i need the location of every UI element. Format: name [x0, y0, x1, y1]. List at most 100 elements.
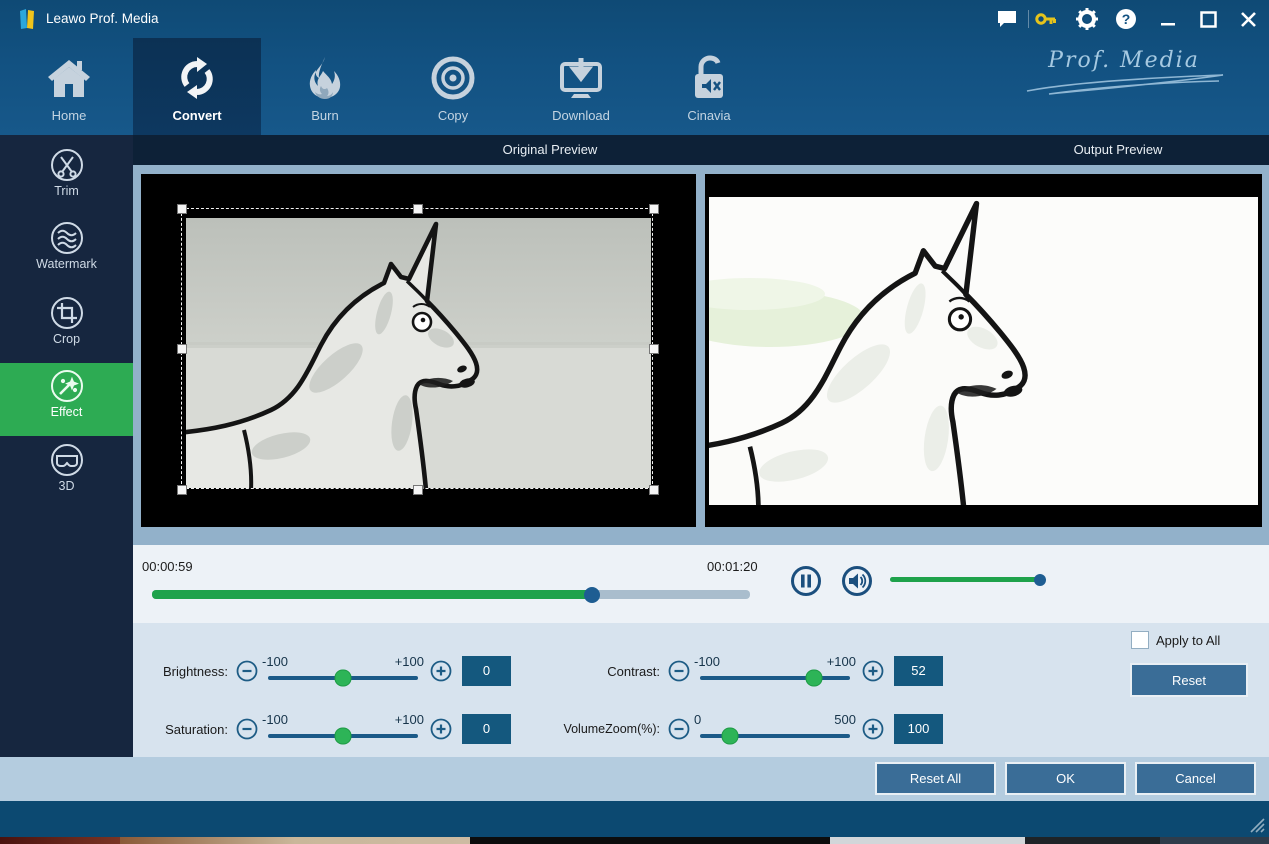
sidebar-item-3d[interactable]: 3D	[0, 443, 133, 516]
preview-header: Original Preview Output Preview	[133, 135, 1269, 165]
brightness-slider[interactable]	[268, 676, 418, 680]
watermark-waves-icon	[50, 221, 84, 255]
volume-slider-fill	[890, 577, 1040, 582]
contrast-max-label: +100	[827, 654, 856, 669]
leawo-logo-icon	[17, 8, 39, 30]
original-preview-title: Original Preview	[355, 142, 745, 157]
seek-bar-thumb[interactable]	[584, 587, 600, 603]
tab-copy[interactable]: Copy	[389, 38, 517, 135]
brand-swoosh	[1019, 73, 1229, 95]
volume-zoom-decrease-button[interactable]	[668, 718, 690, 740]
saturation-slider[interactable]	[268, 734, 418, 738]
crop-handle-mid-right[interactable]	[649, 344, 659, 354]
tab-download[interactable]: Download	[517, 38, 645, 135]
tab-cinavia[interactable]: Cinavia	[645, 38, 773, 135]
volume-slider[interactable]	[890, 577, 1040, 582]
tab-copy-label: Copy	[438, 108, 468, 123]
crop-handle-bottom-left[interactable]	[177, 485, 187, 495]
sidebar-item-trim[interactable]: Trim	[0, 148, 133, 221]
saturation-increase-button[interactable]	[430, 718, 452, 740]
output-preview-title: Output Preview	[923, 142, 1269, 157]
volume-zoom-slider[interactable]	[700, 734, 850, 738]
volume-button[interactable]	[841, 565, 873, 597]
crop-handle-bottom-right[interactable]	[649, 485, 659, 495]
brightness-value[interactable]: 0	[462, 656, 511, 686]
sidebar-item-crop[interactable]: Crop	[0, 296, 133, 369]
cinavia-unlock-icon	[687, 52, 731, 104]
crop-handle-mid-left[interactable]	[177, 344, 187, 354]
volume-zoom-label: VolumeZoom(%):	[560, 722, 660, 736]
brightness-decrease-button[interactable]	[236, 660, 258, 682]
seek-bar[interactable]	[152, 590, 750, 599]
reset-button[interactable]: Reset	[1130, 663, 1248, 697]
brightness-label: Brightness:	[138, 664, 228, 679]
sidebar-item-watermark[interactable]: Watermark	[0, 221, 133, 294]
sidebar-item-effect-label: Effect	[51, 405, 83, 419]
copy-disc-icon	[430, 52, 476, 104]
burn-flame-icon	[303, 52, 347, 104]
brightness-increase-button[interactable]	[430, 660, 452, 682]
titlebar: Leawo Prof. Media	[0, 0, 1269, 38]
bottom-status-bar	[0, 801, 1269, 837]
elapsed-time: 00:00:59	[142, 559, 193, 574]
cancel-button[interactable]: Cancel	[1135, 762, 1256, 795]
effect-wand-icon	[50, 369, 84, 403]
contrast-slider[interactable]	[700, 676, 850, 680]
close-button[interactable]	[1235, 6, 1261, 32]
help-icon[interactable]: ?	[1113, 6, 1139, 32]
volume-zoom-value[interactable]: 100	[894, 714, 943, 744]
maximize-button[interactable]	[1195, 6, 1221, 32]
resize-grip[interactable]	[1247, 817, 1265, 833]
app-window: Leawo Prof. Media	[0, 0, 1269, 844]
register-key-icon[interactable]	[1033, 6, 1059, 32]
contrast-increase-button[interactable]	[862, 660, 884, 682]
tab-download-label: Download	[552, 108, 610, 123]
convert-icon	[173, 52, 221, 104]
tab-burn-label: Burn	[311, 108, 338, 123]
tab-burn[interactable]: Burn	[261, 38, 389, 135]
reset-all-button[interactable]: Reset All	[875, 762, 996, 795]
volume-zoom-min-label: 0	[694, 712, 701, 727]
checkbox-box[interactable]	[1131, 631, 1149, 649]
volume-zoom-slider-thumb[interactable]	[722, 728, 739, 745]
tab-cinavia-label: Cinavia	[687, 108, 730, 123]
contrast-decrease-button[interactable]	[668, 660, 690, 682]
crop-handle-top-left[interactable]	[177, 204, 187, 214]
brightness-slider-thumb[interactable]	[335, 670, 352, 687]
tab-convert[interactable]: Convert	[133, 38, 261, 135]
tab-convert-label: Convert	[172, 108, 221, 123]
ok-button[interactable]: OK	[1005, 762, 1126, 795]
saturation-decrease-button[interactable]	[236, 718, 258, 740]
settings-gear-icon[interactable]	[1074, 6, 1100, 32]
volume-zoom-max-label: 500	[834, 712, 856, 727]
feedback-icon[interactable]	[994, 6, 1020, 32]
brand-signature: Prof. Media	[1019, 48, 1229, 100]
apply-to-all-label: Apply to All	[1156, 633, 1220, 648]
crop-handle-bottom-center[interactable]	[413, 485, 423, 495]
volume-slider-thumb[interactable]	[1034, 574, 1046, 586]
header: Leawo Prof. Media	[0, 0, 1269, 135]
saturation-slider-thumb[interactable]	[335, 728, 352, 745]
volume-zoom-control: VolumeZoom(%): 0 500 100	[560, 705, 943, 753]
apply-to-all-checkbox[interactable]: Apply to All	[1131, 631, 1220, 649]
crop-selection[interactable]	[181, 208, 653, 489]
volume-zoom-increase-button[interactable]	[862, 718, 884, 740]
crop-handle-top-center[interactable]	[413, 204, 423, 214]
tab-home[interactable]: Home	[5, 38, 133, 135]
saturation-control: Saturation: -100 +100 0	[138, 705, 511, 753]
output-video	[705, 174, 1262, 527]
contrast-label: Contrast:	[560, 664, 660, 679]
brand-script-text: Prof. Media	[1019, 48, 1229, 73]
saturation-label: Saturation:	[138, 722, 228, 737]
minimize-button[interactable]	[1155, 6, 1181, 32]
contrast-slider-thumb[interactable]	[806, 670, 823, 687]
pause-button[interactable]	[790, 565, 822, 597]
contrast-value[interactable]: 52	[894, 656, 943, 686]
crop-handle-top-right[interactable]	[649, 204, 659, 214]
desktop-sliver	[0, 837, 1269, 844]
total-time: 00:01:20	[707, 559, 758, 574]
saturation-value[interactable]: 0	[462, 714, 511, 744]
3d-glasses-icon	[50, 443, 84, 477]
contrast-control: Contrast: -100 +100 52	[560, 647, 943, 695]
sidebar-item-effect[interactable]: Effect	[0, 363, 133, 436]
